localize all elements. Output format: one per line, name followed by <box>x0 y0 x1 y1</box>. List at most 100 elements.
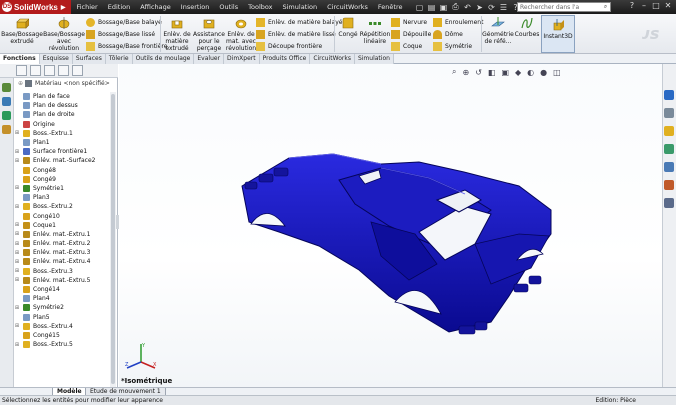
tree-item[interactable]: Congé15 <box>14 331 118 340</box>
expand-icon[interactable]: ⊞ <box>14 130 20 136</box>
tab-evaluate[interactable]: Evaluer <box>194 54 225 64</box>
feature-manager-tab-icon[interactable] <box>16 65 27 76</box>
instant3d-button[interactable]: Instant3D <box>541 15 575 53</box>
sketch-icon[interactable] <box>2 83 11 92</box>
expand-icon[interactable]: ⊞ <box>14 323 20 329</box>
tree-item[interactable]: ⊞ Surface frontière1 <box>14 147 118 156</box>
lofted-cut-button[interactable]: Enlèv. de matière lissé <box>256 29 336 39</box>
file-explorer-icon[interactable] <box>664 126 674 136</box>
configuration-manager-tab-icon[interactable] <box>44 65 55 76</box>
tree-item[interactable]: ⊞ Boss.-Extru.2 <box>14 202 118 211</box>
tab-simulation[interactable]: Simulation <box>354 54 394 64</box>
tree-item[interactable]: ⊞ Enlév. mat.-Surface2 <box>14 156 118 165</box>
dimxpert-manager-tab-icon[interactable] <box>58 65 69 76</box>
tree-item[interactable]: ⊞ Enlév. mat.-Extru.3 <box>14 248 118 257</box>
tree-item[interactable]: Plan de face <box>14 92 118 101</box>
menu-tools[interactable]: Outils <box>214 3 243 11</box>
display-icon[interactable] <box>2 111 11 120</box>
tree-item[interactable]: ⊞ Enlév. mat.-Extru.1 <box>14 230 118 239</box>
extruded-boss-button[interactable]: Base/Bossage extrudé <box>1 16 43 45</box>
solidworks-resources-icon[interactable] <box>664 90 674 100</box>
close-button[interactable]: ✕ <box>662 1 674 10</box>
hole-wizard-button[interactable]: Assistance pour le perçage <box>193 16 225 52</box>
view-palette-icon[interactable] <box>664 162 674 172</box>
extruded-cut-button[interactable]: Enlèv. de matière extrudé <box>162 16 192 52</box>
expand-icon[interactable]: ⊞ <box>14 204 20 210</box>
expand-icon[interactable]: ⊞ <box>14 222 20 228</box>
solidworks-logo[interactable]: DS SolidWorks ▶ <box>0 0 72 14</box>
tree-item[interactable]: Plan3 <box>14 193 118 202</box>
expand-icon[interactable]: ⊞ <box>14 305 20 311</box>
expand-icon[interactable]: ⊕ <box>18 80 23 87</box>
tab-surfaces[interactable]: Surfaces <box>72 54 106 64</box>
expand-icon[interactable]: ⊞ <box>14 268 20 274</box>
tab-sheet-metal[interactable]: Tôlerie <box>105 54 133 64</box>
menu-circuitworks[interactable]: CircuitWorks <box>322 3 373 11</box>
revolved-boss-button[interactable]: Base/Bossage avec révolution <box>43 16 85 52</box>
tree-item[interactable]: Plan1 <box>14 138 118 147</box>
expand-icon[interactable]: ⊞ <box>14 259 20 265</box>
rebuild-icon[interactable]: ⟳ <box>486 2 496 12</box>
tree-item[interactable]: ⊞ Enlév. mat.-Extru.5 <box>14 276 118 285</box>
tree-item[interactable]: Plan5 <box>14 313 118 322</box>
minimize-button[interactable]: – <box>638 1 650 10</box>
tree-material[interactable]: ⊕ Matériau <non spécifié> <box>18 80 110 87</box>
menu-simulation[interactable]: Simulation <box>278 3 323 11</box>
tree-item[interactable]: Congé9 <box>14 175 118 184</box>
menu-window[interactable]: Fenêtre <box>373 3 408 11</box>
tree-item[interactable]: ⊞ Boss.-Extru.3 <box>14 267 118 276</box>
linear-pattern-button[interactable]: Répétition linéaire <box>360 16 390 45</box>
design-library-icon[interactable] <box>664 108 674 118</box>
search-input[interactable]: Rechercher dans l'a ⌕ <box>517 2 611 12</box>
menu-insert[interactable]: Insertion <box>176 3 215 11</box>
view-icon[interactable] <box>2 97 11 106</box>
tree-item[interactable]: Congé8 <box>14 166 118 175</box>
open-folder-icon[interactable]: ▤ <box>426 2 436 12</box>
undo-icon[interactable]: ↶ <box>462 2 472 12</box>
property-manager-tab-icon[interactable] <box>30 65 41 76</box>
search-icon[interactable]: ⌕ <box>601 3 610 11</box>
car-body-model[interactable] <box>119 64 662 387</box>
expand-icon[interactable]: ⊞ <box>14 158 20 164</box>
boundary-boss-button[interactable]: Bossage/Base frontière <box>86 41 167 51</box>
expand-icon[interactable]: ⊞ <box>14 277 20 283</box>
tab-sketch[interactable]: Esquisse <box>39 54 73 64</box>
help-button[interactable]: ? <box>626 1 638 10</box>
expand-icon[interactable]: ⊞ <box>14 231 20 237</box>
graphics-viewport[interactable]: ⌕ ⊕ ↺ ◧ ▣ ◆ ◐ ● ◫ Y X Z *Isométrique <box>119 64 662 387</box>
mirror-button[interactable]: Symétrie <box>433 41 472 51</box>
revolved-cut-button[interactable]: Enlèv. de mat. avec révolution <box>226 16 256 52</box>
draft-button[interactable]: Dépouille <box>391 29 431 39</box>
display-manager-tab-icon[interactable] <box>72 65 83 76</box>
expand-icon[interactable]: ⊞ <box>14 149 20 155</box>
rib-button[interactable]: Nervure <box>391 17 427 27</box>
lofted-boss-button[interactable]: Bossage/Base lissé <box>86 29 155 39</box>
menu-view[interactable]: Affichage <box>135 3 176 11</box>
maximize-button[interactable]: □ <box>650 1 662 10</box>
tree-item[interactable]: Plan4 <box>14 294 118 303</box>
options-icon[interactable]: ☰ <box>498 2 508 12</box>
tab-dimxpert[interactable]: DimXpert <box>224 54 260 64</box>
expand-icon[interactable]: ⊞ <box>14 342 20 348</box>
swept-boss-button[interactable]: Bossage/Base balayé <box>86 17 162 27</box>
print-icon[interactable]: ⎙ <box>450 2 460 12</box>
search-results-icon[interactable] <box>664 144 674 154</box>
tree-item[interactable]: Congé10 <box>14 211 118 220</box>
menu-file[interactable]: Fichier <box>71 3 102 11</box>
tree-item[interactable]: ⊞ Boss.-Extru.4 <box>14 322 118 331</box>
dome-button[interactable]: Dôme <box>433 29 463 39</box>
tree-item[interactable]: ⊞ Symétrie2 <box>14 303 118 312</box>
custom-properties-icon[interactable] <box>664 198 674 208</box>
tree-item[interactable]: ⊞ Boss.-Extru.1 <box>14 129 118 138</box>
material-icon[interactable] <box>2 125 11 134</box>
tree-scrollbar[interactable] <box>110 92 116 390</box>
tab-circuitworks[interactable]: CircuitWorks <box>310 54 355 64</box>
menu-toolbox[interactable]: Toolbox <box>243 3 277 11</box>
curves-button[interactable]: Courbes <box>515 16 539 38</box>
shell-button[interactable]: Coque <box>391 41 422 51</box>
menu-edit[interactable]: Edition <box>103 3 136 11</box>
scrollbar-thumb[interactable] <box>111 94 115 384</box>
tree-item[interactable]: Congé14 <box>14 285 118 294</box>
swept-cut-button[interactable]: Enlèv. de matière balayé <box>256 17 343 27</box>
select-icon[interactable]: ➤ <box>474 2 484 12</box>
